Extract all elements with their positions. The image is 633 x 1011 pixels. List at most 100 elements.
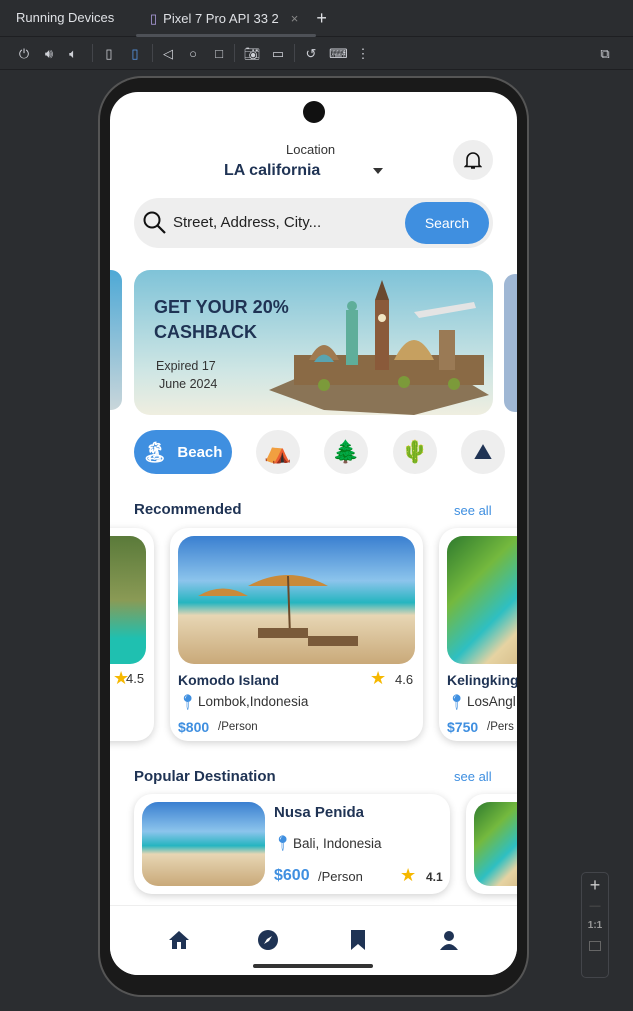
banner-expiry-line2: June 2024 [159, 377, 218, 391]
destination-price: $750 [447, 719, 479, 735]
zoom-in-button[interactable]: + [582, 875, 608, 896]
destination-location: Lombok,Indonesia [198, 694, 309, 709]
device-icon: ▯ [150, 10, 158, 26]
search-input[interactable]: Street, Address, City... [173, 214, 321, 231]
destination-image [178, 536, 415, 664]
keyboard-icon[interactable]: ⌨ [329, 46, 348, 62]
zoom-controls: + — 1:1 [581, 872, 609, 978]
rating: 4.5 [126, 671, 145, 686]
destination-location: Bali, Indonesia [293, 836, 382, 851]
dropdown-icon[interactable] [373, 168, 383, 174]
location-pin-icon: 📍︎ [447, 694, 467, 711]
layout-inspector-icon[interactable]: ⧉ [596, 46, 614, 62]
category-mountain[interactable]: ⛰ [461, 430, 505, 474]
bookmark-nav-icon[interactable] [346, 928, 370, 952]
recommended-title: Recommended [134, 501, 242, 518]
star-icon: ★ [370, 668, 387, 688]
price-unit: /Person [318, 869, 363, 884]
landmarks-illustration [269, 280, 489, 415]
rating: 4.1 [426, 870, 443, 884]
destination-location: LosAngl [467, 694, 516, 709]
overview-icon[interactable]: □ [210, 46, 228, 61]
promo-banner[interactable]: GET YOUR 20% CASHBACK Expired 17 June 2024 [134, 270, 493, 415]
destination-image [474, 802, 517, 886]
panel-title: Running Devices [16, 10, 115, 25]
power-icon[interactable]: ⏻ [15, 46, 33, 62]
location-value[interactable]: LA california [224, 162, 320, 180]
device-tab[interactable]: ▯ Pixel 7 Pro API 33 2 × + [150, 8, 327, 29]
category-beach[interactable]: 🏝 Beach [134, 430, 232, 474]
desert-icon: 🌵 [401, 439, 429, 464]
close-tab-icon[interactable]: × [291, 11, 299, 26]
more-icon[interactable]: ⋮ [354, 46, 372, 62]
bell-icon [464, 152, 482, 169]
popular-card[interactable] [466, 794, 517, 894]
popular-card[interactable]: Nusa Penida 📍︎ Bali, Indonesia $600 /Per… [134, 794, 450, 894]
rotate-left-icon[interactable]: ▯ [100, 46, 118, 62]
divider [234, 44, 235, 62]
star-icon: ★ [400, 865, 417, 885]
divider [152, 44, 153, 62]
reset-icon[interactable]: ↺ [302, 46, 320, 62]
home-nav-icon[interactable] [167, 928, 191, 952]
rotate-right-icon[interactable]: ▯ [126, 46, 144, 62]
zoom-out-button[interactable]: — [582, 900, 608, 912]
banner-expiry: Expired 17 June 2024 [156, 357, 217, 393]
destination-name: Nusa Penida [274, 804, 365, 821]
add-tab-icon[interactable]: + [316, 8, 327, 29]
back-icon[interactable]: ◁ [159, 46, 177, 62]
location-pin-icon: 📍︎ [273, 835, 293, 852]
price-unit: /Person [218, 721, 258, 733]
popular-see-all[interactable]: see all [454, 769, 492, 784]
divider [92, 44, 93, 62]
destination-price: $800 [178, 719, 210, 735]
notification-button[interactable] [453, 140, 493, 180]
tab-indicator [136, 34, 316, 37]
search-button[interactable]: Search [405, 202, 489, 244]
search-icon [143, 211, 166, 234]
search-bar: Street, Address, City... Search [134, 198, 493, 248]
beach-umbrellas-illustration [198, 575, 358, 646]
tent-icon: ⛺ [264, 439, 292, 464]
profile-nav-icon[interactable] [437, 928, 461, 952]
destination-image [447, 536, 517, 664]
volume-up-icon[interactable]: 🔊︎ [40, 46, 58, 62]
device-tab-label: Pixel 7 Pro API 33 2 [163, 11, 279, 26]
mountain-icon: ⛰ [473, 439, 493, 464]
price-unit: /Pers [487, 721, 514, 733]
home-icon[interactable]: ○ [184, 46, 202, 61]
divider [294, 44, 295, 62]
popular-title: Popular Destination [134, 768, 276, 785]
camera-cutout [303, 101, 325, 123]
bottom-nav [110, 905, 517, 975]
fit-screen-icon[interactable] [589, 941, 601, 951]
category-desert[interactable]: 🌵 [393, 430, 437, 474]
actual-size-button[interactable]: 1:1 [582, 920, 608, 931]
destination-name: Komodo Island [178, 672, 280, 688]
screen-record-icon[interactable]: ▭ [269, 46, 287, 62]
banner-previous[interactable] [110, 270, 122, 410]
gesture-bar[interactable] [253, 964, 373, 968]
device-screen: Location LA california Street, Address, … [110, 92, 517, 975]
screenshot-icon[interactable]: 📷︎ [243, 46, 261, 62]
destination-image [110, 536, 146, 664]
recommended-card[interactable]: ★ 4.5 [110, 528, 154, 741]
category-camping[interactable]: ⛺ [256, 430, 300, 474]
location-pin-icon: 📍︎ [178, 694, 198, 711]
palm-tree-icon: 🏝 [142, 441, 168, 464]
rating: 4.6 [395, 672, 414, 687]
destination-image [142, 802, 265, 886]
destination-price: $600 [274, 867, 310, 884]
destination-name: Kelingking [447, 672, 517, 688]
recommended-see-all[interactable]: see all [454, 503, 492, 518]
explore-nav-icon[interactable] [256, 928, 280, 952]
category-label: Beach [177, 443, 223, 461]
banner-next[interactable] [504, 274, 517, 412]
category-forest[interactable]: 🌲 [324, 430, 368, 474]
recommended-card[interactable]: Komodo Island ★ 4.6 📍︎ Lombok,Indonesia … [170, 528, 423, 741]
location-label: Location [286, 142, 336, 157]
recommended-card[interactable]: Kelingking 📍︎ LosAngl $750 /Pers [439, 528, 517, 741]
volume-down-icon[interactable]: 🔈︎ [64, 46, 82, 62]
banner-expiry-line1: Expired 17 [156, 359, 216, 373]
forest-icon: 🌲 [332, 439, 360, 464]
